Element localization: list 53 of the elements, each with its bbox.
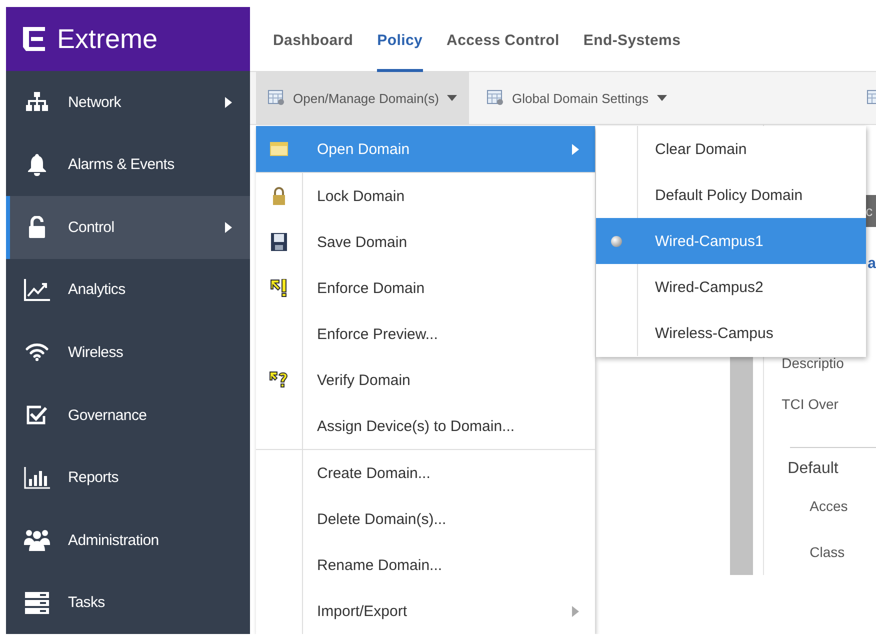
server-icon	[25, 592, 49, 614]
logo-icon	[23, 27, 45, 52]
field-label: Acces	[810, 496, 849, 516]
bell-icon	[27, 154, 47, 176]
menu-item[interactable]: Enforce Preview...	[256, 311, 595, 357]
nav-tab[interactable]: End-Systems	[583, 7, 681, 72]
settings-grid-icon	[486, 90, 504, 106]
submenu-item[interactable]: Clear Domain	[596, 126, 866, 172]
sidebar-item[interactable]: Control	[6, 196, 250, 259]
sidebar-item[interactable]: Governance	[6, 384, 250, 446]
sidebar-item[interactable]: Reports	[6, 446, 250, 509]
sidebar-item[interactable]: Wireless	[6, 321, 250, 384]
arrow-question-icon	[269, 370, 289, 390]
menu-item[interactable]: Create Domain...	[256, 450, 595, 496]
field-label: Class	[810, 542, 846, 562]
menu-item[interactable]: Verify Domain	[256, 357, 595, 403]
submenu-item[interactable]: Wireless-Campus	[596, 310, 866, 356]
sidebar-item[interactable]: Tasks	[6, 571, 250, 634]
folder-icon	[270, 142, 288, 156]
network-icon	[26, 92, 48, 112]
sidebar-item[interactable]: Analytics	[6, 258, 250, 322]
nav-tab[interactable]: Access Control	[446, 7, 560, 72]
section-heading: Default	[788, 459, 840, 480]
menu-item[interactable]: Enforce Domain	[256, 265, 595, 311]
arrow-exclamation-icon	[270, 279, 288, 297]
people-icon	[24, 529, 50, 552]
brand-name: Extreme	[57, 24, 158, 55]
wifi-icon	[25, 343, 49, 362]
dropdown-caret-icon	[446, 95, 457, 101]
menu-item[interactable]: Save Domain	[256, 219, 595, 265]
settings-grid-icon	[268, 90, 285, 106]
sidebar-item[interactable]: Network	[6, 71, 250, 134]
menu-item[interactable]: Delete Domain(s)...	[256, 496, 595, 542]
field-label: TCI Over	[782, 395, 840, 414]
sidebar-item[interactable]: Alarms & Events	[6, 134, 250, 196]
padlock-icon	[272, 187, 286, 205]
submenu-item[interactable]: Wired-Campus2	[596, 264, 866, 310]
link[interactable]: a	[868, 255, 876, 272]
checkbox-icon	[26, 405, 48, 426]
toolbar-dropdown-button[interactable]: Global Domain Settings	[474, 72, 679, 124]
bar-chart-icon	[24, 466, 50, 489]
nav-tab[interactable]: Dashboard	[273, 7, 354, 72]
sidebar-item[interactable]: Administration	[6, 508, 250, 572]
line-chart-icon	[24, 278, 50, 301]
unlocked-padlock-icon	[28, 216, 46, 238]
field-label: Descriptio	[782, 354, 845, 374]
dropdown-caret-icon	[656, 95, 667, 101]
splitter-bar[interactable]	[730, 357, 753, 575]
menu-item[interactable]: Assign Device(s) to Domain...	[256, 403, 595, 449]
menu-item[interactable]: Lock Domain	[256, 173, 595, 219]
toolbar-dropdown-button[interactable]: Open/Manage Domain(s)	[256, 72, 469, 124]
menu-item[interactable]: Rename Domain...	[256, 542, 595, 588]
menu-item[interactable]: Import/Export	[256, 588, 595, 634]
